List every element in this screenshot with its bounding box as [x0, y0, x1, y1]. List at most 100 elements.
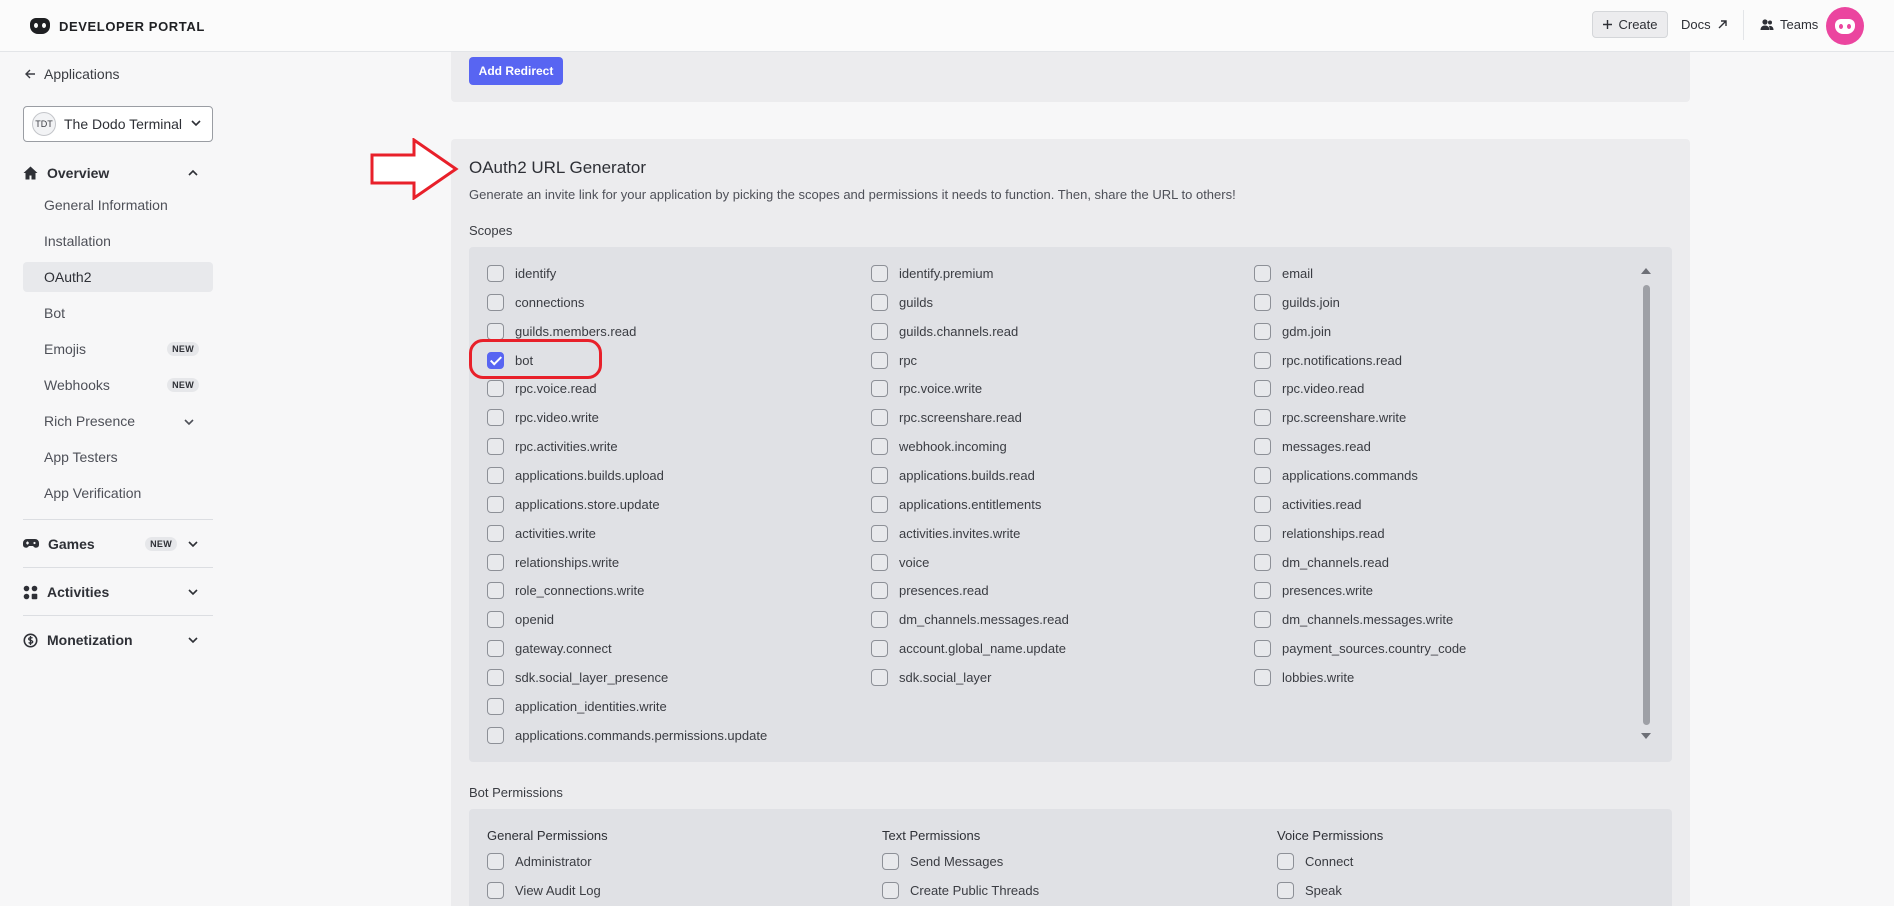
- application-selector[interactable]: TDT The Dodo Terminal: [23, 106, 213, 142]
- create-button[interactable]: Create: [1592, 11, 1668, 38]
- nav-section-activities[interactable]: Activities: [23, 580, 213, 604]
- scope-option[interactable]: identify: [487, 264, 556, 282]
- scope-option[interactable]: rpc.screenshare.read: [871, 408, 1022, 426]
- scope-checkbox[interactable]: [871, 293, 888, 311]
- scope-option[interactable]: rpc: [871, 351, 917, 369]
- scope-option[interactable]: relationships.read: [1254, 524, 1385, 542]
- scope-checkbox[interactable]: [1254, 524, 1271, 542]
- docs-link[interactable]: Docs: [1681, 11, 1728, 38]
- scope-checkbox[interactable]: [487, 379, 504, 397]
- scope-option[interactable]: applications.entitlements: [871, 495, 1041, 513]
- scope-checkbox[interactable]: [871, 610, 888, 628]
- scope-checkbox[interactable]: [871, 668, 888, 686]
- scope-option[interactable]: presences.write: [1254, 581, 1373, 599]
- scope-option[interactable]: dm_channels.messages.read: [871, 610, 1069, 628]
- permission-checkbox[interactable]: [487, 881, 504, 899]
- scope-checkbox[interactable]: [871, 466, 888, 484]
- scope-option[interactable]: activities.invites.write: [871, 524, 1020, 542]
- scope-checkbox[interactable]: [487, 322, 504, 340]
- scope-option[interactable]: sdk.social_layer: [871, 668, 992, 686]
- scope-option[interactable]: gateway.connect: [487, 639, 612, 657]
- scope-checkbox[interactable]: [871, 351, 888, 369]
- scope-option[interactable]: rpc.video.write: [487, 408, 599, 426]
- sidebar-item-rich-presence[interactable]: Rich Presence: [23, 406, 213, 436]
- sidebar-item-general-information[interactable]: General Information: [23, 190, 213, 220]
- scope-checkbox[interactable]: [1254, 408, 1271, 426]
- scope-option[interactable]: payment_sources.country_code: [1254, 639, 1466, 657]
- scope-checkbox[interactable]: [1254, 495, 1271, 513]
- scope-checkbox[interactable]: [871, 524, 888, 542]
- permission-option[interactable]: Create Public Threads: [882, 881, 1039, 899]
- scope-checkbox[interactable]: [1254, 610, 1271, 628]
- scope-checkbox[interactable]: [871, 581, 888, 599]
- scope-checkbox[interactable]: [1254, 379, 1271, 397]
- scope-option[interactable]: activities.write: [487, 524, 596, 542]
- scope-option[interactable]: applications.builds.read: [871, 466, 1035, 484]
- sidebar-item-app-testers[interactable]: App Testers: [23, 442, 213, 472]
- nav-section-monetization[interactable]: Monetization: [23, 628, 213, 652]
- scope-checkbox[interactable]: [487, 408, 504, 426]
- scope-checkbox[interactable]: [1254, 581, 1271, 599]
- scope-checkbox[interactable]: [871, 495, 888, 513]
- sidebar-item-app-verification[interactable]: App Verification: [23, 478, 213, 508]
- scope-checkbox[interactable]: [1254, 553, 1271, 571]
- scope-option[interactable]: gdm.join: [1254, 322, 1331, 340]
- scope-option[interactable]: rpc.screenshare.write: [1254, 408, 1406, 426]
- scope-option[interactable]: rpc.voice.write: [871, 379, 982, 397]
- scope-option[interactable]: guilds.channels.read: [871, 322, 1018, 340]
- scope-checkbox[interactable]: [487, 293, 504, 311]
- scope-option[interactable]: dm_channels.messages.write: [1254, 610, 1453, 628]
- scopes-scrollbar-thumb[interactable]: [1643, 285, 1650, 725]
- scope-option[interactable]: account.global_name.update: [871, 639, 1066, 657]
- scope-checkbox[interactable]: [487, 437, 504, 455]
- back-to-applications-link[interactable]: Applications: [24, 64, 120, 84]
- nav-section-games[interactable]: Games NEW: [23, 532, 213, 556]
- permission-option[interactable]: Connect: [1277, 852, 1353, 870]
- scope-checkbox[interactable]: [1254, 668, 1271, 686]
- add-redirect-button[interactable]: Add Redirect: [469, 57, 563, 85]
- scope-option[interactable]: lobbies.write: [1254, 668, 1354, 686]
- scope-option[interactable]: messages.read: [1254, 437, 1371, 455]
- scope-checkbox[interactable]: [871, 379, 888, 397]
- permission-option[interactable]: View Audit Log: [487, 881, 601, 899]
- scope-option[interactable]: email: [1254, 264, 1313, 282]
- scope-option[interactable]: openid: [487, 610, 554, 628]
- scope-checkbox[interactable]: [871, 639, 888, 657]
- scope-checkbox[interactable]: [487, 697, 504, 715]
- brand[interactable]: DEVELOPER PORTAL: [30, 15, 205, 37]
- sidebar-item-webhooks[interactable]: Webhooks NEW: [23, 370, 213, 400]
- scope-option[interactable]: voice: [871, 553, 929, 571]
- scope-checkbox[interactable]: [871, 437, 888, 455]
- scope-option[interactable]: presences.read: [871, 581, 989, 599]
- scope-option[interactable]: rpc.activities.write: [487, 437, 618, 455]
- scope-checkbox[interactable]: [487, 553, 504, 571]
- scope-checkbox[interactable]: [871, 322, 888, 340]
- scope-checkbox[interactable]: [1254, 466, 1271, 484]
- scope-option[interactable]: guilds.join: [1254, 293, 1340, 311]
- scope-checkbox[interactable]: [487, 639, 504, 657]
- nav-section-overview[interactable]: Overview: [23, 161, 213, 185]
- sidebar-item-installation[interactable]: Installation: [23, 226, 213, 256]
- scope-checkbox[interactable]: [1254, 437, 1271, 455]
- teams-link[interactable]: Teams: [1760, 11, 1818, 38]
- scope-option[interactable]: rpc.video.read: [1254, 379, 1364, 397]
- scope-checkbox[interactable]: [871, 264, 888, 282]
- scope-option[interactable]: guilds.members.read: [487, 322, 636, 340]
- sidebar-item-bot[interactable]: Bot: [23, 298, 213, 328]
- permission-checkbox[interactable]: [882, 852, 899, 870]
- scope-checkbox[interactable]: [487, 668, 504, 686]
- scope-option[interactable]: dm_channels.read: [1254, 553, 1389, 571]
- scope-option[interactable]: webhook.incoming: [871, 437, 1007, 455]
- scope-option[interactable]: applications.commands.permissions.update: [487, 726, 767, 744]
- scope-option[interactable]: relationships.write: [487, 553, 619, 571]
- scope-checkbox[interactable]: [1254, 351, 1271, 369]
- scope-option[interactable]: role_connections.write: [487, 581, 644, 599]
- scope-checkbox[interactable]: [1254, 293, 1271, 311]
- scope-checkbox[interactable]: [487, 581, 504, 599]
- permission-checkbox[interactable]: [882, 881, 899, 899]
- scope-option[interactable]: applications.commands: [1254, 466, 1418, 484]
- scope-checkbox[interactable]: [871, 553, 888, 571]
- scope-option[interactable]: connections: [487, 293, 584, 311]
- scope-checkbox[interactable]: [1254, 264, 1271, 282]
- permission-option[interactable]: Speak: [1277, 881, 1342, 899]
